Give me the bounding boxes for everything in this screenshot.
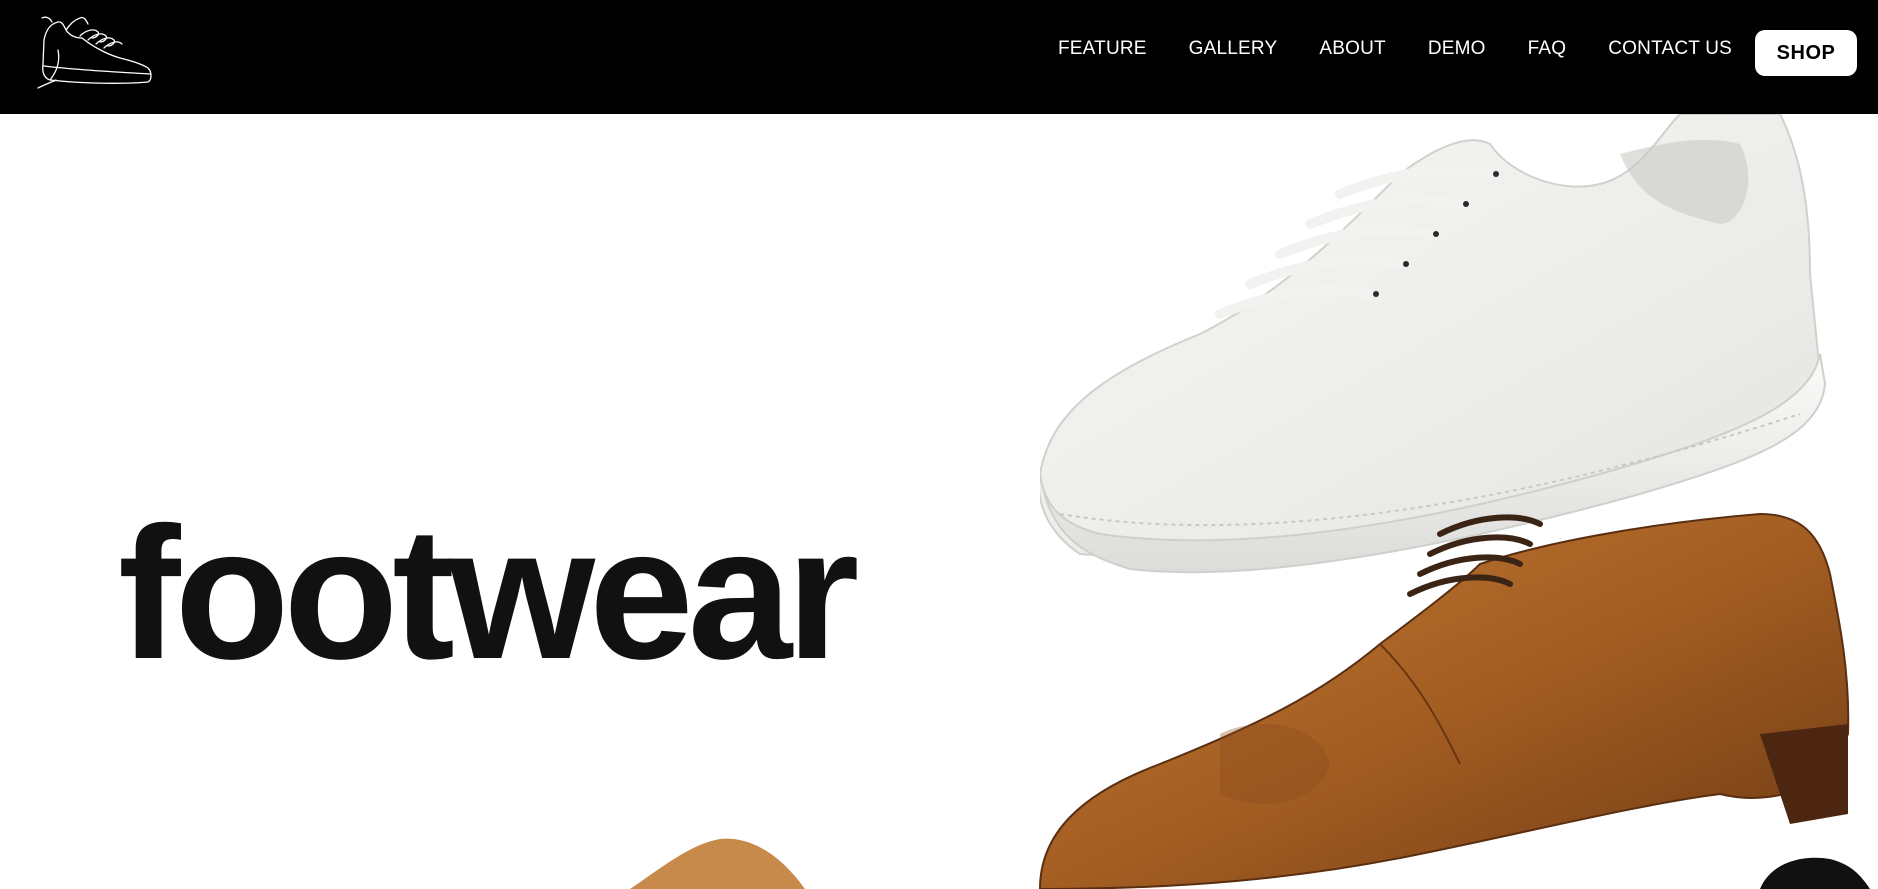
nav-link-gallery[interactable]: GALLERY: [1189, 38, 1278, 60]
nav-link-about[interactable]: ABOUT: [1319, 38, 1385, 60]
dark-shoe-image: [1760, 857, 1870, 889]
top-navbar: FEATURE GALLERY ABOUT DEMO FAQ CONTACT U…: [0, 0, 1878, 114]
nav-link-faq[interactable]: FAQ: [1528, 38, 1567, 60]
hero-title: footwear: [118, 488, 859, 698]
main-nav: FEATURE GALLERY ABOUT DEMO FAQ CONTACT U…: [1058, 38, 1732, 60]
tan-suede-shoe-image: [630, 838, 805, 889]
nav-link-contact-us[interactable]: CONTACT US: [1608, 38, 1732, 60]
brown-oxford-image: [1038, 512, 1850, 889]
hero-section: footwear: [0, 114, 1878, 889]
shop-button[interactable]: SHOP: [1755, 30, 1857, 76]
nav-link-feature[interactable]: FEATURE: [1058, 38, 1147, 60]
nav-link-demo[interactable]: DEMO: [1428, 38, 1486, 60]
sneaker-logo-icon[interactable]: [36, 10, 158, 90]
